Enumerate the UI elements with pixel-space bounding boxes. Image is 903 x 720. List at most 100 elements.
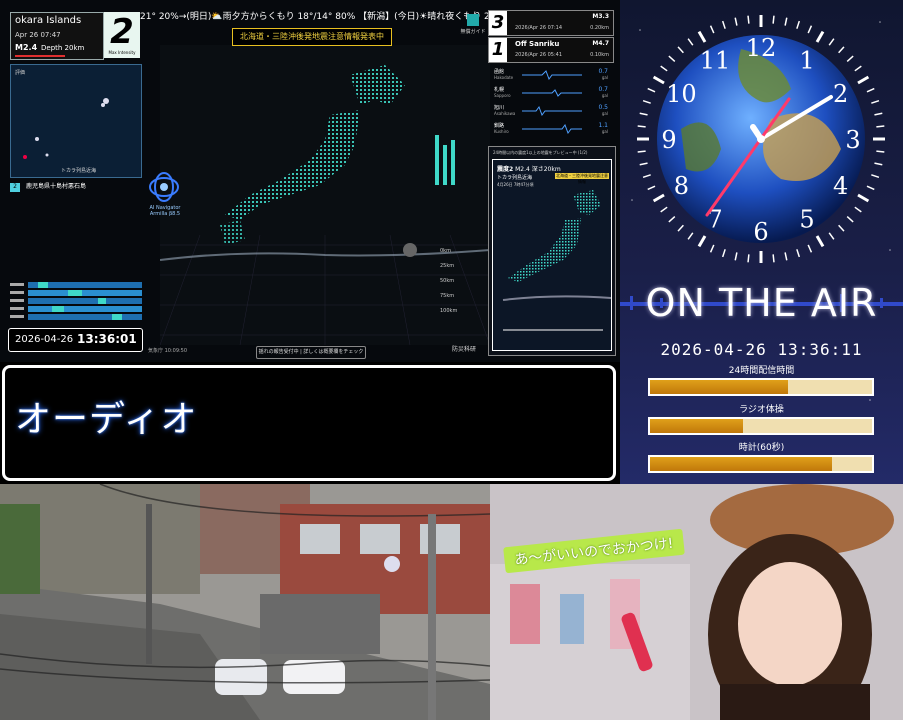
clock-tick — [687, 232, 694, 240]
card-intensity: 1 — [489, 38, 507, 62]
seismo-wave — [522, 124, 582, 134]
station-value: 0.7 — [598, 68, 608, 75]
depth: Depth 20km — [41, 44, 85, 52]
clock-tick — [796, 20, 801, 29]
intensity-badge: 2 — [10, 183, 20, 192]
advertisement-feed — [490, 484, 903, 720]
clock-tick — [652, 193, 665, 203]
card-depth: 0.10km — [590, 52, 609, 58]
datetime-box: 2026-04-26 13:36:01 — [8, 328, 143, 352]
digital-datetime: 2026-04-26 13:36:11 — [660, 340, 863, 359]
region-name: okara Islands — [15, 15, 82, 26]
clock-numeral: 4 — [833, 172, 848, 200]
clock-tick — [846, 55, 854, 62]
progress-bar — [648, 378, 874, 396]
clock-tick — [772, 15, 775, 24]
clock-tick — [697, 30, 707, 43]
clock-tick — [721, 249, 726, 258]
seismo-row: 釧路 Kushiro 1.1 gal — [488, 120, 614, 137]
station-unit: gal — [601, 75, 608, 80]
card-name: Off Sanriku — [515, 40, 560, 48]
ad-scene-image — [490, 484, 903, 720]
card-date: 2026/Apr 26 07:14 — [515, 25, 563, 31]
clock-tick — [828, 38, 835, 46]
ai-navigator-label: AI Navigator Armilla β8.5 — [149, 205, 181, 217]
station-unit: gal — [601, 129, 608, 134]
card-depth: 0.20km — [590, 25, 609, 31]
clock-tick — [871, 174, 880, 179]
station-name: 札幌 — [494, 87, 505, 93]
scale-label: 25km — [440, 263, 455, 269]
preview-region: トカラ列島近海 — [497, 175, 533, 181]
earthquake-info-box: okara Islands Apr 26 07:47 M2.4 Depth 20… — [10, 12, 104, 60]
clock-tick — [857, 75, 870, 85]
clock-numeral: 12 — [746, 34, 777, 62]
clock-tick — [637, 125, 646, 128]
report-check-button[interactable]: 揺れの報告受付中 | 詳しくは概要欄をチェック — [256, 346, 366, 359]
progress-fill — [650, 457, 833, 471]
preview-map — [502, 190, 611, 331]
clock-tick — [697, 235, 707, 248]
epicenter-minimap: 評価 トカラ列島近海 — [10, 64, 142, 178]
recent-quake-card: 3 2026/Apr 26 07:14 M3.3 0.20km — [488, 10, 614, 36]
station-value: 0.7 — [598, 86, 608, 93]
progress-fill — [650, 380, 788, 394]
depth-scale: 0km 25km 50km 75km 100km — [440, 248, 480, 323]
scale-label: 100km — [440, 308, 458, 314]
minimap-caption: トカラ列島近海 — [61, 168, 97, 174]
intensity-label: Max Intensity — [108, 50, 136, 55]
seismo-row: 札幌 Sapporo 0.7 gal — [488, 84, 614, 101]
time-text: 13:36:01 — [77, 332, 137, 346]
preview-body: 震度2 M2.4 深さ20km 北海道・三陸沖後発地震注意情報 トカラ列島近海 … — [492, 159, 612, 351]
on-air-title: ON THE AIR — [645, 281, 878, 325]
station-unit: gal — [601, 111, 608, 116]
intensity-value: 2 — [110, 12, 134, 52]
scale-label: 50km — [440, 278, 455, 284]
clock-tick — [709, 25, 715, 34]
station-unit: gal — [601, 93, 608, 98]
clock-tick — [709, 244, 715, 253]
clock-tick — [838, 46, 845, 54]
quake-preview-card: 24時間以内の震度1以上の地震をプレビュー中 (1/2) 震度2 M2.4 深さ… — [488, 146, 616, 356]
progress-label: ラジオ体操 — [739, 405, 784, 415]
clock-tick — [687, 38, 694, 46]
station-grid — [10, 282, 142, 320]
seismograph-list: 函館 Hakodate 0.7 gal 札幌 Sapporo 0.7 gal 旭… — [488, 64, 614, 140]
clock-tick — [677, 46, 684, 54]
clock-tick — [772, 254, 775, 263]
clock-tick — [642, 99, 651, 104]
clock-tick — [677, 224, 684, 232]
clock-tick — [784, 17, 788, 26]
clock-tick — [784, 252, 788, 261]
magnitude: M2.4 — [15, 43, 38, 52]
station-name: 函館 — [494, 69, 505, 75]
minimap-islands — [23, 98, 109, 159]
clock-tick — [866, 87, 875, 93]
clock-tick — [668, 55, 676, 62]
station-name: 釧路 — [494, 123, 505, 129]
clock-tick — [647, 185, 656, 191]
card-magnitude: M3.3 — [592, 13, 609, 20]
clock-numeral: 2 — [833, 80, 848, 108]
clock-tick — [660, 65, 668, 72]
location-name: 鹿児島県十島村悪石島 — [26, 183, 87, 190]
clock-tick — [874, 162, 883, 166]
station-name-en: Asahikawa — [494, 111, 516, 116]
clock-tick — [876, 150, 885, 153]
recent-quakes-list: 3 2026/Apr 26 07:14 M3.3 0.20km 1 Off Sa… — [488, 10, 614, 63]
clock-tick — [874, 112, 883, 116]
divider — [15, 55, 65, 57]
clock-tick — [639, 112, 648, 116]
source-timestamp: 気象庁 10:09:50 — [148, 348, 188, 354]
clock-tick — [828, 232, 835, 240]
station-value: 0.5 — [598, 104, 608, 111]
clock-tick — [642, 174, 651, 179]
clock-tick — [637, 150, 646, 153]
station-name-en: Kushiro — [494, 129, 509, 134]
clock-tick — [660, 206, 668, 213]
progress-bar — [648, 417, 874, 435]
clock-tick — [734, 17, 738, 26]
preview-header: 24時間以内の震度1以上の地震をプレビュー中 (1/2) — [493, 150, 588, 155]
clock-numeral: 8 — [674, 172, 689, 200]
street-scene-image — [0, 484, 490, 720]
